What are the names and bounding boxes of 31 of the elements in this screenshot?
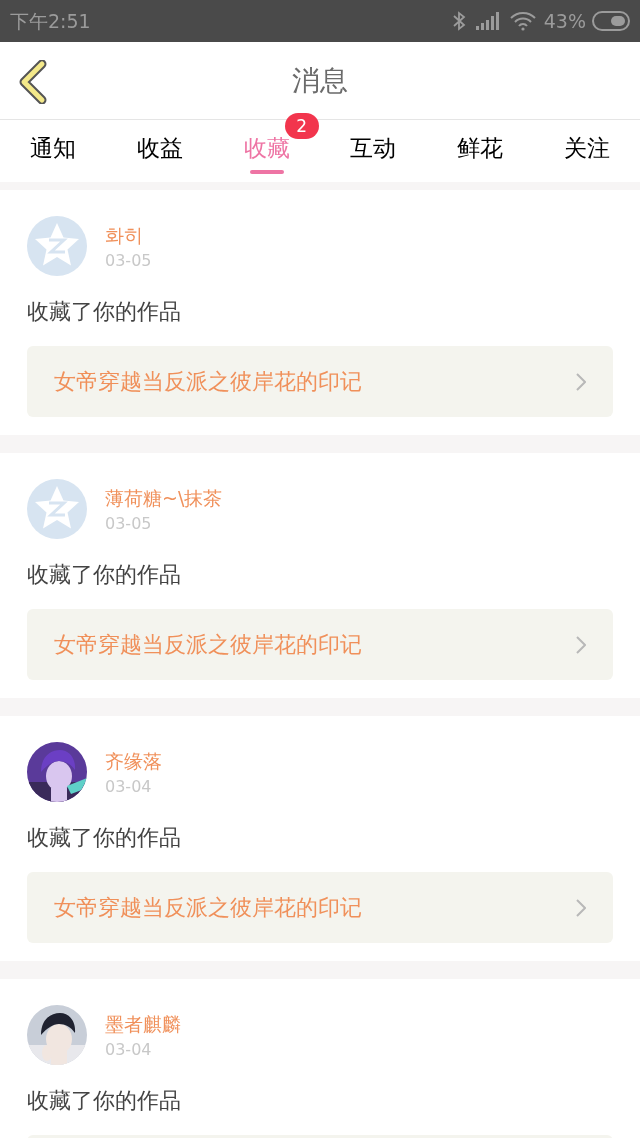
battery-icon bbox=[592, 11, 630, 31]
tab[interactable]: 通知 bbox=[30, 131, 77, 165]
user-name[interactable]: 화히 bbox=[105, 223, 152, 247]
message-text: 收藏了你的作品 bbox=[27, 1087, 182, 1115]
message-text: 收藏了你的作品 bbox=[27, 824, 182, 852]
count-badge: 2 bbox=[284, 113, 319, 139]
work-link[interactable]: 女帝穿越当反派之彼岸花的印记 bbox=[27, 346, 613, 417]
tab[interactable]: 收益 bbox=[137, 131, 183, 165]
tab[interactable]: 互动 bbox=[350, 131, 397, 165]
default-avatar-icon bbox=[27, 479, 87, 539]
signal-icon bbox=[475, 12, 500, 30]
work-link[interactable]: 女帝穿越当反派之彼岸花的印记 bbox=[27, 609, 613, 680]
message-text: 收藏了你的作品 bbox=[27, 561, 182, 589]
status-time: 下午2:51 bbox=[10, 8, 91, 34]
tab[interactable]: 鲜花 bbox=[457, 131, 503, 165]
page-title: 消息 bbox=[292, 62, 348, 99]
chevron-right-icon bbox=[576, 635, 586, 654]
bluetooth-icon bbox=[451, 11, 466, 31]
wifi-icon bbox=[509, 11, 536, 31]
default-avatar-icon bbox=[27, 216, 87, 276]
battery-percent: 43% bbox=[543, 8, 586, 34]
message-text: 收藏了你的作品 bbox=[27, 298, 182, 326]
back-icon[interactable] bbox=[18, 60, 48, 104]
user-name[interactable]: 齐缘落 bbox=[105, 749, 162, 773]
tab-underline bbox=[249, 170, 284, 174]
tab[interactable]: 关注 bbox=[563, 131, 610, 165]
user-name[interactable]: 薄荷糖~\抹茶 bbox=[105, 486, 223, 510]
user-name[interactable]: 墨者麒麟 bbox=[105, 1012, 181, 1036]
work-link[interactable]: 女帝穿越当反派之彼岸花的印记 bbox=[27, 872, 613, 943]
chevron-right-icon bbox=[576, 372, 586, 391]
chevron-right-icon bbox=[576, 898, 586, 917]
